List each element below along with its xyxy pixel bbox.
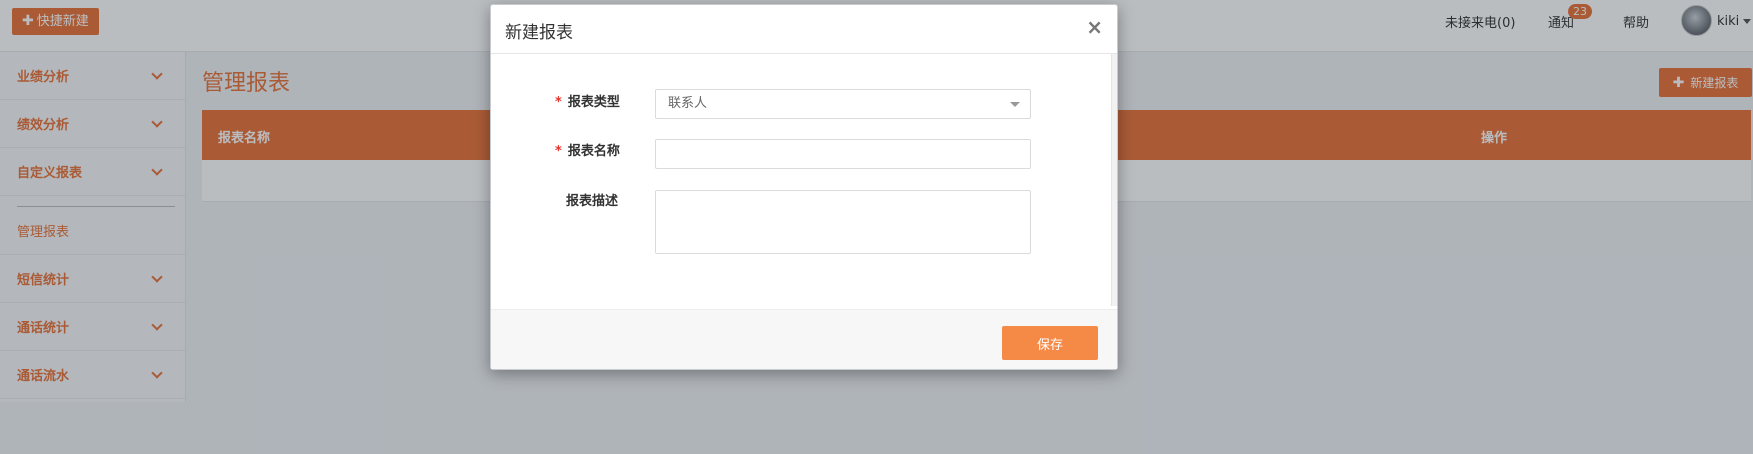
new-report-dialog: 新建报表 × * 报表类型 联系人 * 报表名称 报表描述 保存 bbox=[490, 4, 1118, 370]
close-icon[interactable]: × bbox=[1086, 17, 1103, 37]
required-mark: * bbox=[555, 144, 562, 159]
report-desc-label: 报表描述 bbox=[566, 194, 619, 209]
dialog-body: * 报表类型 联系人 * 报表名称 报表描述 bbox=[491, 54, 1117, 309]
report-type-label: * 报表类型 bbox=[555, 95, 620, 110]
report-desc-textarea[interactable] bbox=[655, 190, 1031, 254]
dropdown-arrow-icon bbox=[1010, 102, 1020, 107]
report-type-value: 联系人 bbox=[668, 96, 708, 111]
save-button[interactable]: 保存 bbox=[1002, 326, 1098, 360]
report-name-input[interactable] bbox=[655, 139, 1031, 169]
dialog-header: 新建报表 × bbox=[491, 5, 1117, 54]
required-mark: * bbox=[555, 95, 562, 110]
report-type-select[interactable]: 联系人 bbox=[655, 89, 1031, 119]
report-name-label: * 报表名称 bbox=[555, 144, 620, 159]
dialog-scrollbar[interactable] bbox=[1111, 54, 1117, 306]
dialog-footer: 保存 bbox=[491, 309, 1117, 369]
dialog-title: 新建报表 bbox=[505, 23, 573, 43]
